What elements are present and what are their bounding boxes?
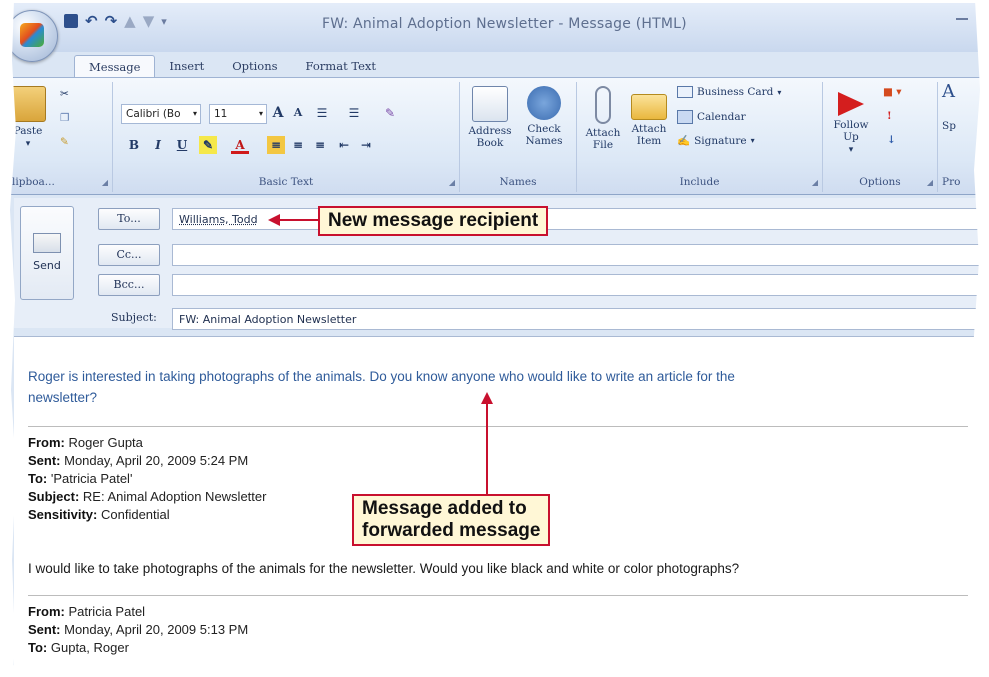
top-edge — [0, 0, 989, 3]
torn-right-edge — [972, 0, 989, 677]
torn-left-edge — [0, 0, 16, 677]
torn-edge-decoration — [0, 0, 989, 677]
torn-bottom-edge — [0, 650, 989, 677]
